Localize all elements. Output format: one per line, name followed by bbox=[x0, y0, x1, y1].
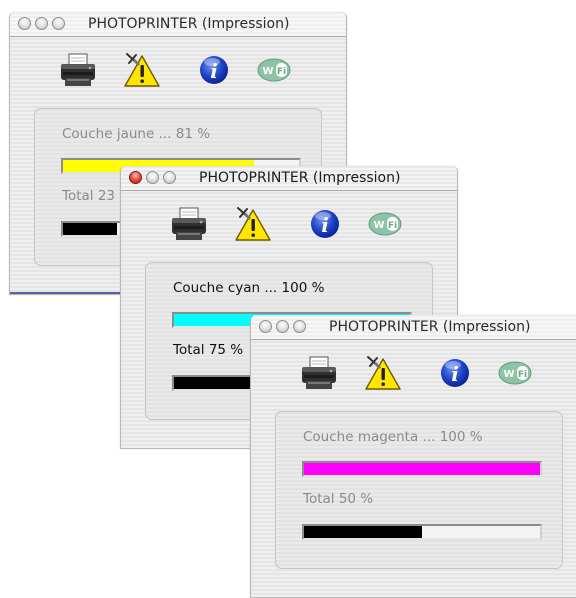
printer-icon[interactable] bbox=[58, 50, 98, 90]
info-icon[interactable] bbox=[194, 50, 234, 90]
window-title: PHOTOPRINTER (Impression) bbox=[199, 170, 401, 186]
layer-name: Couche cyan ... bbox=[173, 280, 278, 296]
layer-percent: 100 % bbox=[281, 280, 325, 296]
minimize-button[interactable] bbox=[146, 171, 159, 184]
window-buttons bbox=[259, 320, 306, 333]
total-progress-label: Total 75 % bbox=[173, 342, 244, 358]
layer-percent: 100 % bbox=[439, 429, 483, 445]
zoom-button[interactable] bbox=[293, 320, 306, 333]
wifi-icon[interactable] bbox=[365, 204, 405, 244]
close-button[interactable] bbox=[129, 171, 142, 184]
zoom-button[interactable] bbox=[163, 171, 176, 184]
total-progress-fill bbox=[304, 526, 422, 538]
total-progress-bar bbox=[302, 524, 542, 540]
layer-progress-label: Couche jaune ... 81 % bbox=[62, 126, 210, 142]
progress-group: Couche magenta ... 100 % Total 50 % bbox=[275, 411, 563, 569]
toolbar bbox=[169, 204, 413, 248]
wifi-icon[interactable] bbox=[495, 353, 535, 393]
layer-progress-label: Couche magenta ... 100 % bbox=[303, 429, 483, 445]
title-bar[interactable]: PHOTOPRINTER (Impression) bbox=[251, 315, 576, 340]
title-bar[interactable]: PHOTOPRINTER (Impression) bbox=[121, 166, 457, 191]
warning-icon[interactable] bbox=[363, 353, 403, 393]
close-button[interactable] bbox=[259, 320, 272, 333]
zoom-button[interactable] bbox=[52, 17, 65, 30]
total-progress-label: Total 50 % bbox=[303, 491, 374, 507]
window-buttons bbox=[129, 171, 176, 184]
close-button[interactable] bbox=[18, 17, 31, 30]
warning-icon[interactable] bbox=[122, 50, 162, 90]
toolbar bbox=[58, 50, 302, 94]
layer-name: Couche magenta ... bbox=[303, 429, 436, 445]
minimize-button[interactable] bbox=[35, 17, 48, 30]
warning-icon[interactable] bbox=[233, 204, 273, 244]
wifi-icon[interactable] bbox=[254, 50, 294, 90]
layer-progress-bar bbox=[302, 461, 542, 477]
info-icon[interactable] bbox=[305, 204, 345, 244]
layer-percent: 81 % bbox=[175, 126, 211, 142]
total-progress-label: Total 23 bbox=[62, 188, 115, 204]
window-title: PHOTOPRINTER (Impression) bbox=[329, 319, 531, 335]
printer-icon[interactable] bbox=[169, 204, 209, 244]
title-bar[interactable]: PHOTOPRINTER (Impression) bbox=[10, 12, 346, 37]
toolbar bbox=[299, 353, 543, 397]
layer-progress-label: Couche cyan ... 100 % bbox=[173, 280, 324, 296]
printer-icon[interactable] bbox=[299, 353, 339, 393]
total-progress-fill bbox=[63, 223, 118, 235]
info-icon[interactable] bbox=[435, 353, 475, 393]
print-window-magenta: PHOTOPRINTER (Impression) Couche magenta… bbox=[250, 315, 576, 598]
window-buttons bbox=[18, 17, 65, 30]
window-title: PHOTOPRINTER (Impression) bbox=[88, 16, 290, 32]
layer-progress-fill bbox=[304, 463, 540, 475]
minimize-button[interactable] bbox=[276, 320, 289, 333]
layer-name: Couche jaune ... bbox=[62, 126, 172, 142]
